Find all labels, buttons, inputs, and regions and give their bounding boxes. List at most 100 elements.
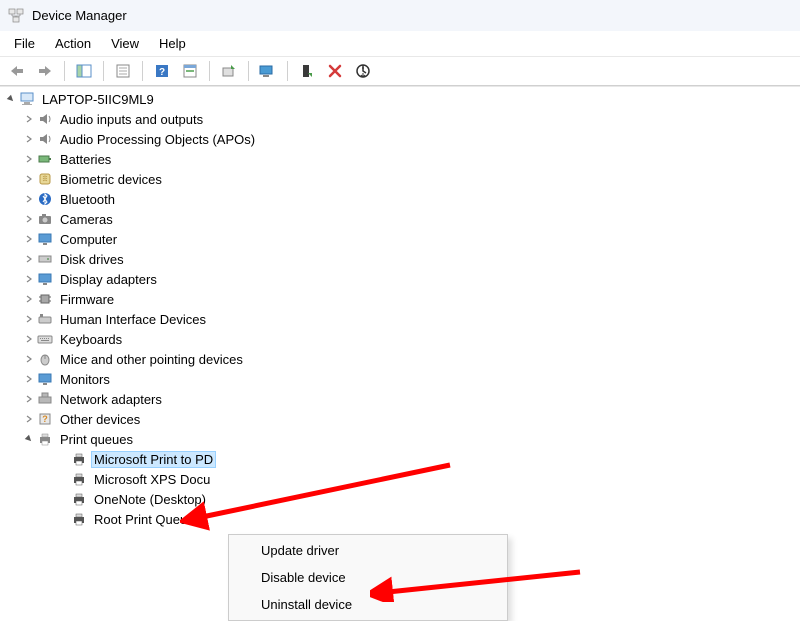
update-driver-button[interactable] [216, 59, 242, 83]
tree-category-audio-inputs[interactable]: Audio inputs and outputs [0, 109, 800, 129]
collapse-icon[interactable] [22, 432, 36, 446]
tree-category-other-devices[interactable]: ? Other devices [0, 409, 800, 429]
tree-category-keyboards[interactable]: Keyboards [0, 329, 800, 349]
camera-icon [36, 211, 54, 227]
battery-icon [36, 151, 54, 167]
printer-icon [70, 511, 88, 527]
tree-category-cameras[interactable]: Cameras [0, 209, 800, 229]
action-button[interactable] [177, 59, 203, 83]
tree-label: Human Interface Devices [57, 311, 209, 328]
toolbar: ? [0, 56, 800, 86]
uninstall-device-button[interactable] [322, 59, 348, 83]
tree-label: Computer [57, 231, 120, 248]
tree-category-biometric[interactable]: Biometric devices [0, 169, 800, 189]
expand-icon[interactable] [22, 152, 36, 166]
properties-button[interactable] [110, 59, 136, 83]
tree-category-monitors[interactable]: Monitors [0, 369, 800, 389]
tree-item-label: Root Print Queue [91, 511, 197, 528]
printer-icon [36, 431, 54, 447]
expand-icon[interactable] [22, 312, 36, 326]
forward-button[interactable] [32, 59, 58, 83]
toolbar-separator [103, 61, 104, 81]
tree-root-label: LAPTOP-5IIC9ML9 [39, 91, 157, 108]
tree-item-label: Microsoft XPS Docu [91, 471, 213, 488]
tree-item-microsoft-xps[interactable]: Microsoft XPS Docu [0, 469, 800, 489]
expand-icon[interactable] [22, 212, 36, 226]
tree-category-computer[interactable]: Computer [0, 229, 800, 249]
menu-action[interactable]: Action [45, 34, 101, 53]
tree-category-mice[interactable]: Mice and other pointing devices [0, 349, 800, 369]
monitor-icon [36, 371, 54, 387]
printer-icon [70, 471, 88, 487]
tree-category-display-adapters[interactable]: Display adapters [0, 269, 800, 289]
back-button[interactable] [4, 59, 30, 83]
toolbar-separator [209, 61, 210, 81]
tree-label: Mice and other pointing devices [57, 351, 246, 368]
tree-category-bluetooth[interactable]: Bluetooth [0, 189, 800, 209]
tree-item-microsoft-print-to-pdf[interactable]: Microsoft Print to PD [0, 449, 800, 469]
device-tree[interactable]: LAPTOP-5IIC9ML9 Audio inputs and outputs… [0, 86, 800, 600]
printer-icon [70, 491, 88, 507]
tree-category-audio-processing[interactable]: Audio Processing Objects (APOs) [0, 129, 800, 149]
fingerprint-icon [36, 171, 54, 187]
tree-label: Monitors [57, 371, 113, 388]
menu-file[interactable]: File [4, 34, 45, 53]
tree-label: Bluetooth [57, 191, 118, 208]
context-menu-uninstall-device[interactable]: Uninstall device [231, 591, 505, 618]
tree-category-firmware[interactable]: Firmware [0, 289, 800, 309]
speaker-icon [36, 131, 54, 147]
window-title: Device Manager [32, 8, 127, 23]
disable-device-button[interactable] [350, 59, 376, 83]
bluetooth-icon [36, 191, 54, 207]
speaker-icon [36, 111, 54, 127]
tree-item-onenote[interactable]: OneNote (Desktop) [0, 489, 800, 509]
disk-icon [36, 251, 54, 267]
monitor-icon [36, 231, 54, 247]
expand-icon[interactable] [22, 372, 36, 386]
expand-icon[interactable] [22, 332, 36, 346]
help-button[interactable]: ? [149, 59, 175, 83]
expand-icon[interactable] [22, 352, 36, 366]
tree-item-root-print-queue[interactable]: Root Print Queue [0, 509, 800, 529]
tree-label: Cameras [57, 211, 116, 228]
tree-category-disk-drives[interactable]: Disk drives [0, 249, 800, 269]
tree-label: Display adapters [57, 271, 160, 288]
context-menu-disable-device[interactable]: Disable device [231, 564, 505, 591]
context-menu: Update driver Disable device Uninstall d… [228, 534, 508, 621]
device-manager-icon [8, 8, 24, 24]
menu-help[interactable]: Help [149, 34, 196, 53]
context-menu-update-driver[interactable]: Update driver [231, 537, 505, 564]
printer-icon [70, 451, 88, 467]
tree-label: Biometric devices [57, 171, 165, 188]
expand-icon[interactable] [22, 172, 36, 186]
expand-icon[interactable] [22, 192, 36, 206]
computer-icon [18, 91, 36, 107]
expand-icon[interactable] [22, 412, 36, 426]
toolbar-separator [64, 61, 65, 81]
tree-category-batteries[interactable]: Batteries [0, 149, 800, 169]
tree-category-network[interactable]: Network adapters [0, 389, 800, 409]
expand-icon[interactable] [22, 272, 36, 286]
tree-label: Network adapters [57, 391, 165, 408]
network-icon [36, 391, 54, 407]
scan-hardware-button[interactable] [255, 59, 281, 83]
enable-device-button[interactable] [294, 59, 320, 83]
toolbar-separator [248, 61, 249, 81]
expand-icon[interactable] [22, 392, 36, 406]
expand-icon[interactable] [22, 112, 36, 126]
expand-icon[interactable] [22, 292, 36, 306]
svg-text:?: ? [159, 67, 165, 78]
expand-icon[interactable] [22, 132, 36, 146]
keyboard-icon [36, 331, 54, 347]
tree-label: Firmware [57, 291, 117, 308]
show-hide-tree-button[interactable] [71, 59, 97, 83]
menu-view[interactable]: View [101, 34, 149, 53]
expand-icon[interactable] [22, 252, 36, 266]
collapse-icon[interactable] [4, 92, 18, 106]
tree-category-hid[interactable]: Human Interface Devices [0, 309, 800, 329]
tree-category-print-queues[interactable]: Print queues [0, 429, 800, 449]
expand-icon[interactable] [22, 232, 36, 246]
tree-root[interactable]: LAPTOP-5IIC9ML9 [0, 89, 800, 109]
tree-label: Disk drives [57, 251, 127, 268]
unknown-device-icon: ? [36, 411, 54, 427]
